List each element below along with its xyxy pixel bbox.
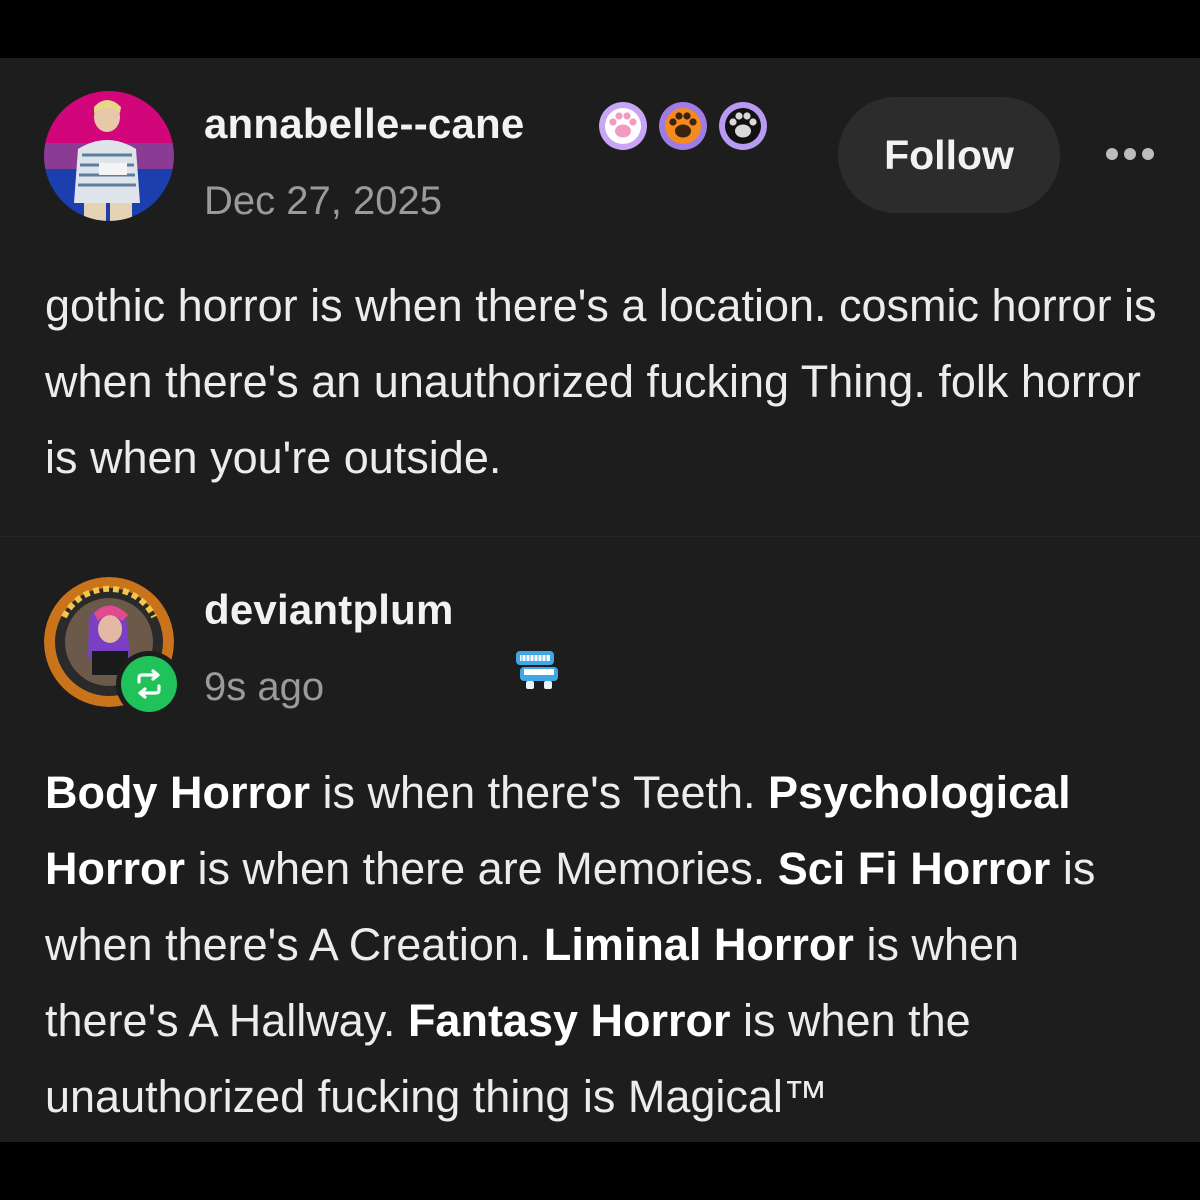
paw-orange-icon bbox=[659, 102, 707, 150]
follow-button[interactable]: Follow bbox=[838, 97, 1060, 213]
bold-phrase: Fantasy Horror bbox=[407, 995, 731, 1046]
username[interactable]: annabelle--cane bbox=[204, 103, 524, 145]
bottom-bar bbox=[0, 1142, 1200, 1200]
reblog-icon bbox=[137, 669, 161, 699]
chattering-teeth-icon bbox=[516, 651, 558, 689]
post-body: gothic horror is when there's a location… bbox=[45, 280, 1157, 483]
post-timestamp[interactable]: 9s ago bbox=[204, 667, 324, 707]
bold-phrase: Liminal Horror bbox=[543, 919, 854, 970]
original-post: annabelle--cane Dec 27, 2025 Follow goth… bbox=[0, 58, 1200, 536]
text-phrase: is when there are Memories. bbox=[185, 843, 778, 894]
post-timestamp[interactable]: Dec 27, 2025 bbox=[204, 181, 442, 221]
paw-black-icon bbox=[719, 102, 767, 150]
bold-phrase: Sci Fi Horror bbox=[777, 843, 1051, 894]
paw-pink-icon bbox=[599, 102, 647, 150]
username[interactable]: deviantplum bbox=[204, 589, 454, 631]
avatar[interactable] bbox=[44, 91, 174, 221]
reblog-badge bbox=[116, 651, 182, 717]
text-phrase: is when there's Teeth. bbox=[310, 767, 769, 818]
dashboard-feed: annabelle--cane Dec 27, 2025 Follow goth… bbox=[0, 58, 1200, 1142]
badges bbox=[598, 101, 768, 151]
more-horizontal-icon[interactable] bbox=[1106, 146, 1158, 162]
post-body: Body Horror is when there's Teeth. Psych… bbox=[45, 755, 1165, 1135]
bold-phrase: Body Horror bbox=[45, 767, 311, 818]
